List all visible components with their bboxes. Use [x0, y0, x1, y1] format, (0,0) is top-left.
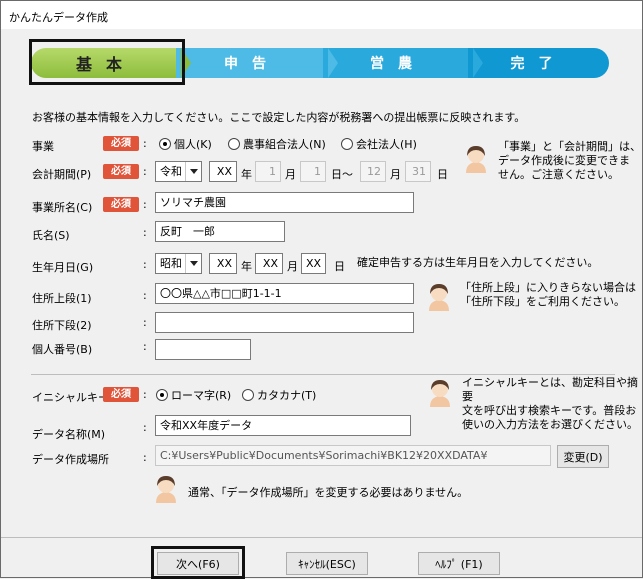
month-unit: 月	[285, 168, 296, 181]
radio-dot	[341, 138, 353, 150]
required-badge: 必須	[103, 197, 139, 212]
business-radio-individual[interactable]: 個人(K)	[159, 136, 212, 152]
period-note: 「事業」と「会計期間」は、 データ作成後に変更できま せん。ご注意ください。	[498, 140, 641, 181]
current-step-highlight	[29, 39, 185, 85]
initial-key-radio-romaji[interactable]: ローマ字(R)	[156, 387, 231, 403]
colon: :	[143, 198, 147, 211]
data-location-label: データ作成場所	[32, 453, 109, 466]
period-year-input[interactable]: XX	[209, 161, 237, 182]
birth-label: 生年月日(G)	[32, 261, 94, 274]
chevron-down-icon	[185, 254, 201, 273]
data-name-label: データ名称(M)	[32, 428, 106, 441]
next-button-highlight	[151, 546, 245, 579]
office-name-input[interactable]: ソリマチ農園	[155, 192, 414, 213]
personal-number-input[interactable]	[155, 339, 251, 360]
birth-day-input[interactable]: XX	[301, 253, 326, 274]
colon: :	[143, 316, 147, 329]
year-unit: 年	[241, 168, 252, 181]
chevron-down-icon	[185, 162, 201, 181]
month-unit: 月	[390, 168, 401, 181]
step-farming: 営農	[323, 48, 473, 78]
colon: :	[143, 388, 147, 401]
required-badge: 必須	[103, 164, 139, 179]
period-end-month-input[interactable]: 12	[360, 161, 386, 182]
address2-label: 住所下段(2)	[32, 319, 92, 332]
initial-key-radio-katakana[interactable]: カタカナ(T)	[242, 387, 316, 403]
colon: :	[143, 226, 147, 239]
required-badge: 必須	[103, 136, 139, 151]
person-name-label: 氏名(S)	[32, 229, 70, 242]
period-start-month-input[interactable]: 1	[255, 161, 281, 182]
cancel-button[interactable]: ｷｬﾝｾﾙ(ESC)	[286, 552, 368, 575]
footer-divider	[1, 537, 642, 538]
initial-key-label: イニシャルキー	[32, 391, 109, 404]
required-badge: 必須	[103, 387, 139, 402]
section-divider	[31, 374, 615, 375]
colon: :	[143, 137, 147, 150]
step-declaration: 申告	[176, 48, 328, 78]
initial-key-note: イニシャルキーとは、勘定科目や摘要 文を呼び出す検索キーです。普段お 使いの入力…	[462, 376, 638, 431]
change-location-button[interactable]: 変更(D)	[557, 445, 609, 468]
assistant-avatar-icon	[430, 380, 450, 407]
intro-text: お客様の基本情報を入力してください。ここで設定した内容が税務署への提出帳票に反映…	[32, 111, 526, 124]
period-era-select[interactable]: 令和	[155, 161, 202, 182]
data-name-input[interactable]: 令和XX年度データ	[155, 415, 411, 436]
colon: :	[143, 451, 147, 464]
help-button[interactable]: ﾍﾙﾌﾟ (F1)	[418, 552, 500, 575]
assistant-avatar-icon	[156, 476, 176, 503]
address1-input[interactable]: 〇〇県△△市□□町1-1-1	[155, 283, 414, 304]
period-end-day-input[interactable]: 31	[405, 161, 431, 182]
step-chevron	[473, 48, 483, 78]
person-name-input[interactable]: 反町 一郎	[155, 221, 285, 242]
colon: :	[143, 289, 147, 302]
address2-input[interactable]	[155, 312, 414, 333]
step-complete: 完了	[468, 48, 609, 78]
colon: :	[143, 258, 147, 271]
month-unit: 月	[287, 260, 298, 273]
year-unit: 年	[241, 260, 252, 273]
assistant-avatar-icon	[429, 284, 449, 311]
window-title: かんたんデータ作成	[9, 11, 108, 24]
radio-dot	[156, 389, 168, 401]
title-bar: かんたんデータ作成	[1, 1, 642, 29]
address1-label: 住所上段(1)	[32, 292, 92, 305]
birth-note: 確定申告する方は生年月日を入力してください。	[357, 256, 599, 269]
period-label: 会計期間(P)	[32, 168, 92, 181]
office-name-label: 事業所名(C)	[32, 201, 93, 214]
data-location-input[interactable]: C:¥Users¥Public¥Documents¥Sorimachi¥BK12…	[155, 445, 551, 466]
business-radio-agri-corp[interactable]: 農事組合法人(N)	[228, 136, 326, 152]
day-unit: 日	[334, 260, 345, 273]
dialog-window: かんたんデータ作成 基本 申告 営農 完了 お客様の基本情報を入力してください。…	[0, 0, 643, 579]
business-radio-company[interactable]: 会社法人(H)	[341, 136, 417, 152]
period-start-day-input[interactable]: 1	[300, 161, 326, 182]
birth-month-input[interactable]: XX	[255, 253, 283, 274]
step-chevron	[328, 48, 338, 78]
birth-era-select[interactable]: 昭和	[155, 253, 202, 274]
day-unit: 日	[437, 168, 448, 181]
personal-number-label: 個人番号(B)	[32, 343, 93, 356]
location-note: 通常、「データ作成場所」を変更する必要はありません。	[188, 486, 469, 499]
radio-dot	[242, 389, 254, 401]
colon: :	[143, 421, 147, 434]
radio-dot	[159, 138, 171, 150]
colon: :	[143, 165, 147, 178]
radio-dot	[228, 138, 240, 150]
colon: :	[143, 340, 147, 353]
business-label: 事業	[32, 140, 54, 153]
day-range: 日～	[331, 168, 353, 181]
assistant-avatar-icon	[466, 146, 486, 173]
address-note: 「住所上段」に入りきらない場合は 「住所下段」をご利用ください。	[460, 281, 636, 308]
birth-year-input[interactable]: XX	[209, 253, 237, 274]
